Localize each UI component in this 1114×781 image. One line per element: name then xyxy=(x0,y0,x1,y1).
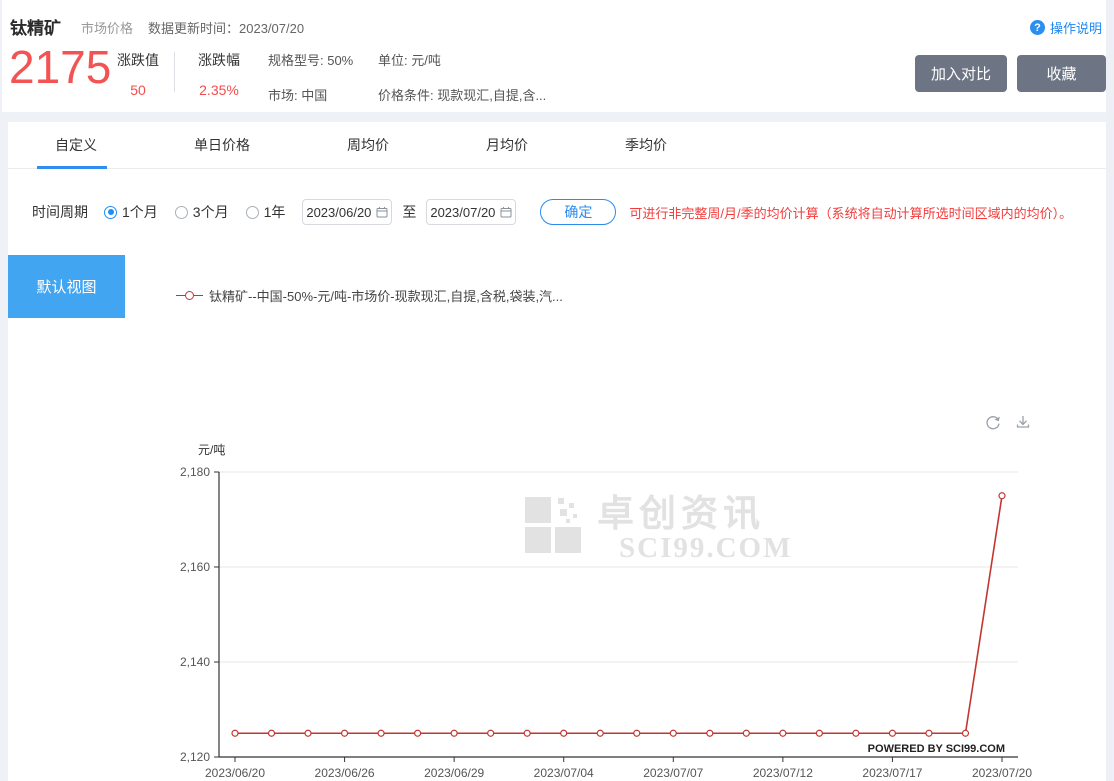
change-pct-label: 涨跌幅 xyxy=(188,50,250,70)
radio-1-year-label: 1年 xyxy=(264,202,286,222)
time-filter-row: 时间周期 1个月 3个月 1年 2023/06/20 至 2023/07/20 … xyxy=(32,198,1072,226)
market-value: 市场: 中国 xyxy=(268,85,353,104)
legend-line-marker-icon xyxy=(176,291,203,300)
time-period-label: 时间周期 xyxy=(32,202,88,222)
default-view-button[interactable]: 默认视图 xyxy=(8,255,125,318)
current-price: 2175 xyxy=(9,44,111,90)
divider xyxy=(174,52,175,92)
favorite-button[interactable]: 收藏 xyxy=(1017,55,1106,92)
help-label: 操作说明 xyxy=(1050,18,1102,37)
main-panel: 自定义 单日价格 周均价 月均价 季均价 时间周期 1个月 3个月 1年 202… xyxy=(8,122,1106,781)
header: 钛精矿 市场价格 数据更新时间：2023/07/20 2175 涨跌值 50 涨… xyxy=(2,0,1106,112)
legend-label: 钛精矿--中国-50%-元/吨-市场价-现款现汇,自提,含税,袋装,汽... xyxy=(209,286,563,305)
tab-custom[interactable]: 自定义 xyxy=(55,122,97,168)
tab-daily-price[interactable]: 单日价格 xyxy=(194,122,250,168)
unit-value: 单位: 元/吨 xyxy=(378,50,546,69)
price-type-label: 市场价格 xyxy=(81,18,133,37)
tab-monthly-avg[interactable]: 月均价 xyxy=(486,122,528,168)
chart-area: 元/吨 2,120 2,140 2,160 2,180 2023/06/20 2023/06… xyxy=(8,410,1106,781)
update-time-value: 2023/07/20 xyxy=(239,21,304,36)
svg-text:2,180: 2,180 xyxy=(180,465,210,479)
svg-text:元/吨: 元/吨 xyxy=(198,443,225,457)
chart-legend: 钛精矿--中国-50%-元/吨-市场价-现款现汇,自提,含税,袋装,汽... xyxy=(176,286,563,305)
spec-value: 规格型号: 50% xyxy=(268,50,353,69)
svg-text:2,160: 2,160 xyxy=(180,560,210,574)
svg-text:2023/07/12: 2023/07/12 xyxy=(753,766,813,780)
change-value: 50 xyxy=(110,82,166,98)
tab-quarterly-avg[interactable]: 季均价 xyxy=(625,122,667,168)
svg-text:POWERED BY SCI99.COM: POWERED BY SCI99.COM xyxy=(868,743,1005,755)
unit-condition-block: 单位: 元/吨 价格条件: 现款现汇,自提,含... xyxy=(378,50,546,104)
update-time-label: 数据更新时间： xyxy=(148,21,239,36)
tab-bar: 自定义 单日价格 周均价 月均价 季均价 xyxy=(8,122,1106,169)
tab-weekly-avg[interactable]: 周均价 xyxy=(347,122,389,168)
svg-text:2023/07/20: 2023/07/20 xyxy=(972,766,1032,780)
radio-3-month-label: 3个月 xyxy=(193,202,229,222)
to-label: 至 xyxy=(402,202,416,222)
change-pct-value: 2.35% xyxy=(188,82,250,98)
add-compare-button[interactable]: 加入对比 xyxy=(915,55,1007,92)
svg-text:2023/06/29: 2023/06/29 xyxy=(424,766,484,780)
scrollbar-track[interactable] xyxy=(1106,0,1114,781)
radio-1-month[interactable]: 1个月 xyxy=(104,202,158,222)
svg-text:2023/06/20: 2023/06/20 xyxy=(205,766,265,780)
svg-text:2023/06/26: 2023/06/26 xyxy=(315,766,375,780)
radio-1-year[interactable]: 1年 xyxy=(246,202,286,222)
price-line-chart: 元/吨 2,120 2,140 2,160 2,180 2023/06/20 2023/06… xyxy=(8,410,1106,781)
calendar-icon xyxy=(376,206,388,218)
spec-market-block: 规格型号: 50% 市场: 中国 xyxy=(268,50,353,104)
radio-dot-icon xyxy=(175,206,188,219)
svg-text:2023/07/07: 2023/07/07 xyxy=(643,766,703,780)
calendar-icon xyxy=(500,206,512,218)
change-pct-block: 涨跌幅 2.35% xyxy=(188,50,250,98)
condition-value: 价格条件: 现款现汇,自提,含... xyxy=(378,85,546,104)
radio-1-month-label: 1个月 xyxy=(122,202,158,222)
filter-note: 可进行非完整周/月/季的均价计算（系统将自动计算所选时间区域内的均价）。 xyxy=(629,203,1072,222)
date-from-input[interactable]: 2023/06/20 xyxy=(302,199,392,225)
page-title: 钛精矿 xyxy=(10,14,61,39)
radio-3-month[interactable]: 3个月 xyxy=(175,202,229,222)
confirm-button[interactable]: 确定 xyxy=(540,199,616,225)
svg-text:2,120: 2,120 xyxy=(180,750,210,764)
update-time: 数据更新时间：2023/07/20 xyxy=(148,18,304,37)
change-value-label: 涨跌值 xyxy=(110,50,166,70)
date-from-value: 2023/06/20 xyxy=(306,205,371,220)
svg-text:2023/07/04: 2023/07/04 xyxy=(534,766,594,780)
svg-text:2,140: 2,140 xyxy=(180,655,210,669)
question-icon: ? xyxy=(1030,20,1045,35)
radio-dot-icon xyxy=(246,206,259,219)
date-to-value: 2023/07/20 xyxy=(430,205,495,220)
date-to-input[interactable]: 2023/07/20 xyxy=(426,199,516,225)
change-value-block: 涨跌值 50 xyxy=(110,50,166,98)
help-link[interactable]: ? 操作说明 xyxy=(1030,18,1102,37)
svg-text:2023/07/17: 2023/07/17 xyxy=(862,766,922,780)
radio-dot-icon xyxy=(104,206,117,219)
